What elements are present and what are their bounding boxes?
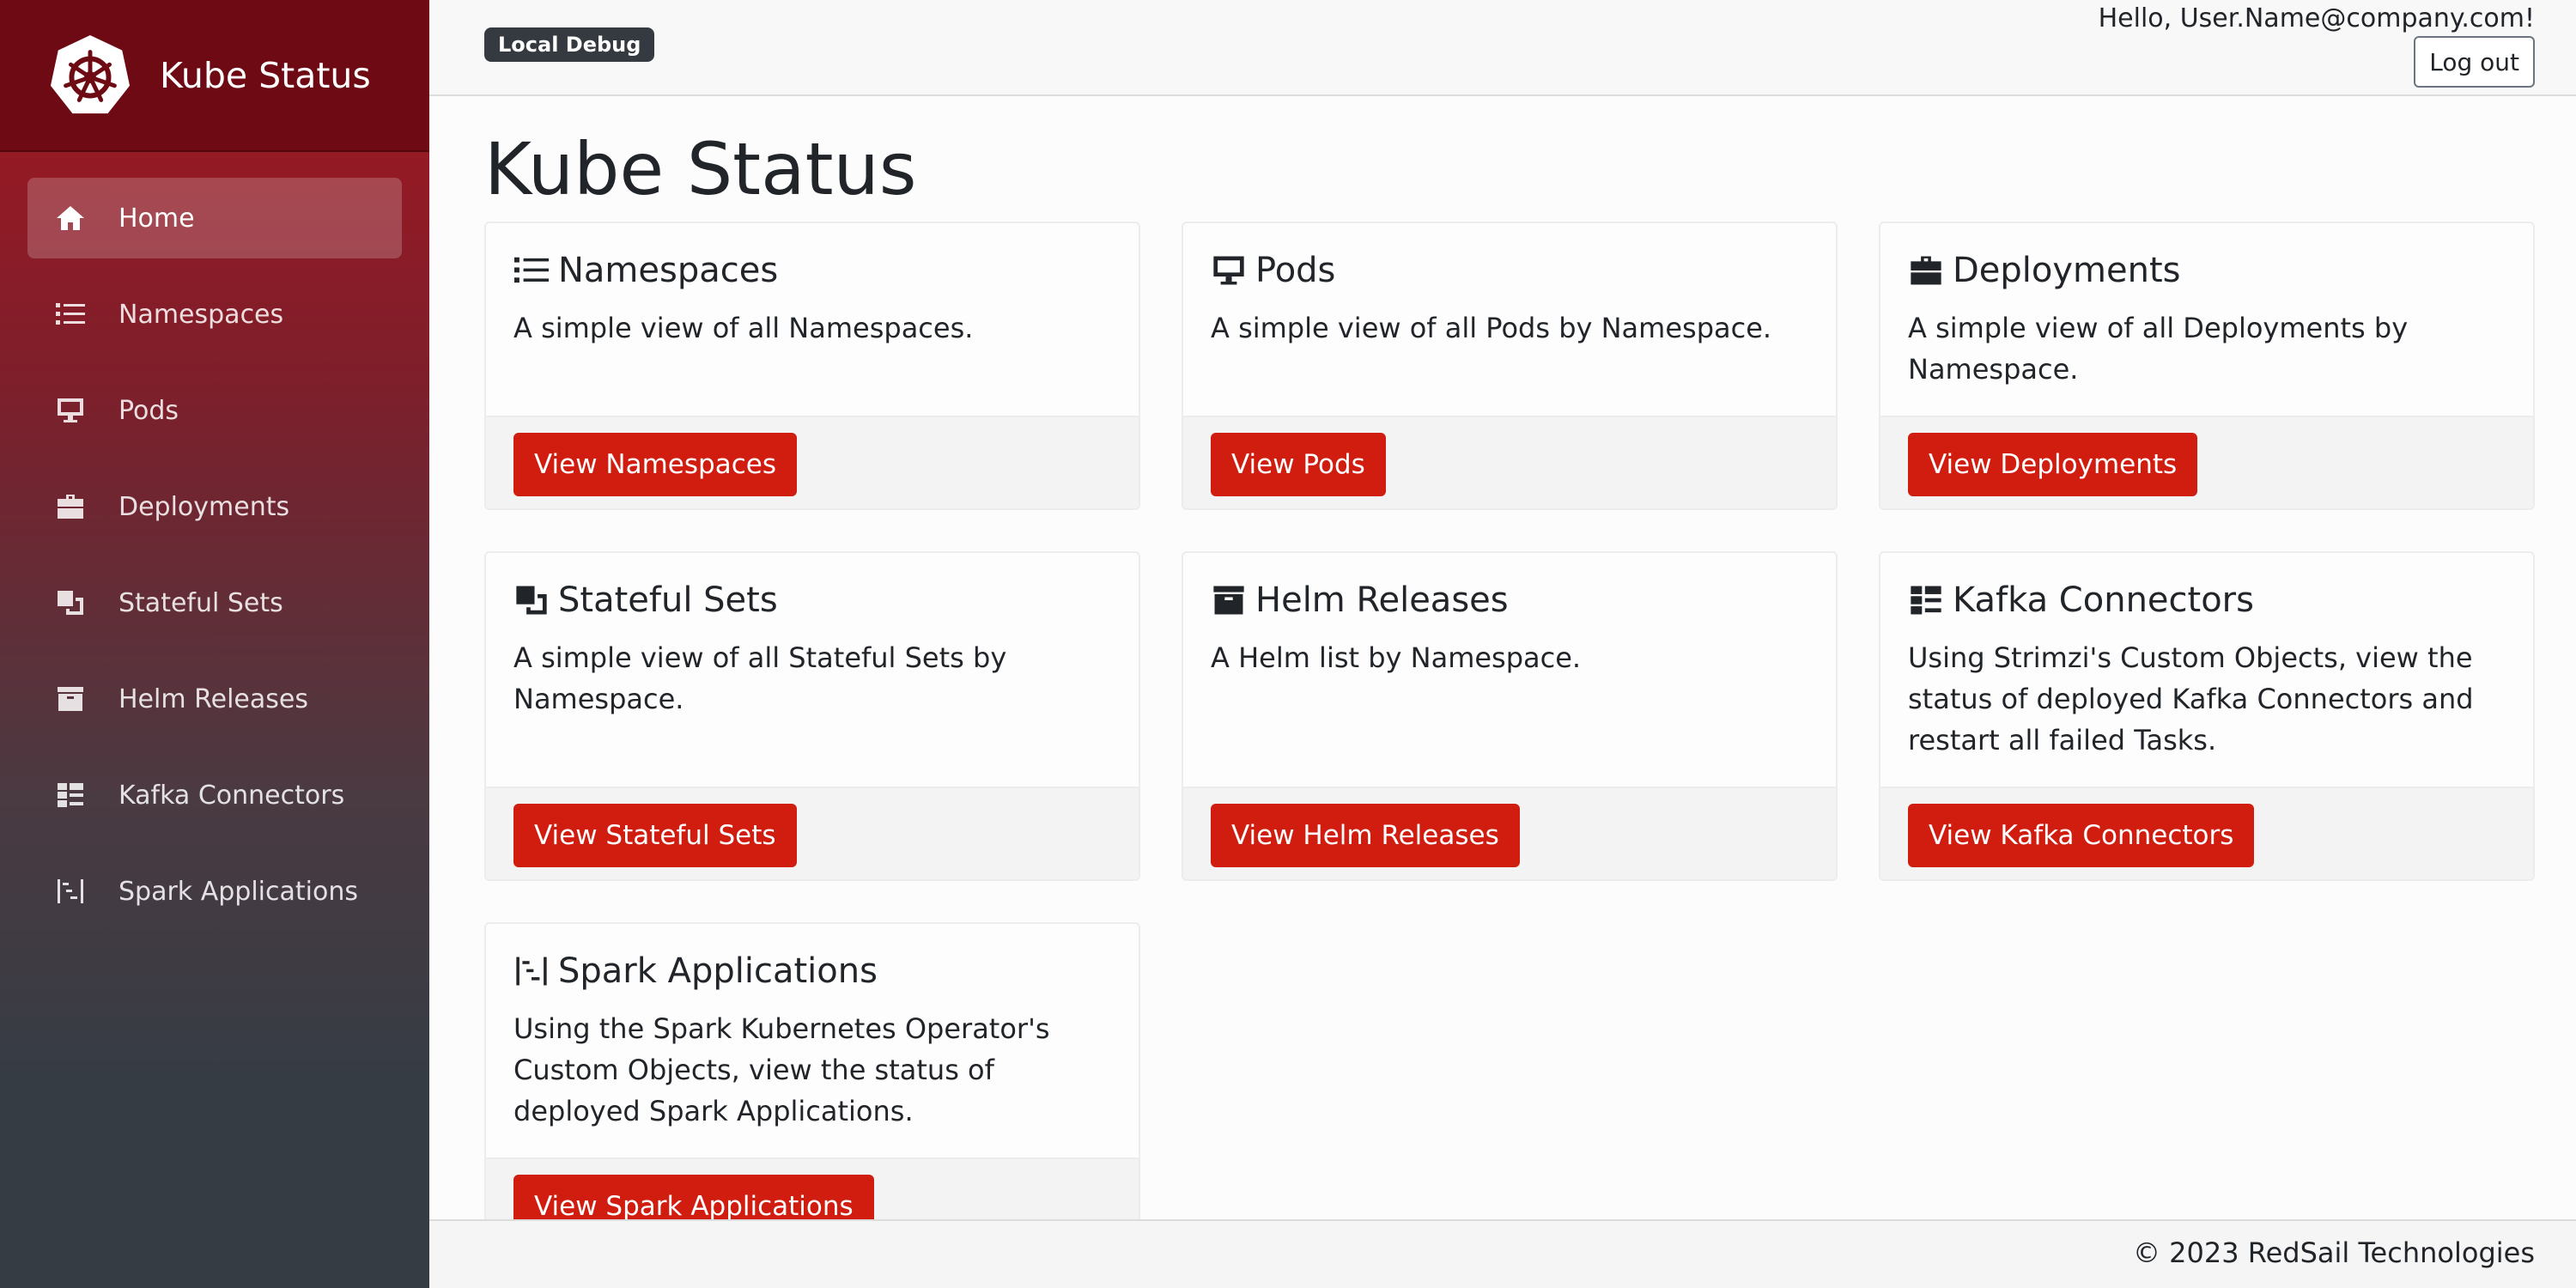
sidebar-item-spark-applications[interactable]: Spark Applications — [27, 851, 402, 932]
bars-staggered-icon — [53, 874, 88, 908]
sidebar-item-stateful-sets[interactable]: Stateful Sets — [27, 562, 402, 643]
card-title: Spark Applications — [513, 950, 1111, 993]
grid-list-icon — [1908, 582, 1944, 618]
sidebar-item-label: Deployments — [118, 491, 290, 522]
view-stateful-sets-button[interactable]: View Stateful Sets — [513, 804, 797, 867]
card-title-text: Pods — [1255, 251, 1336, 290]
card-description: A simple view of all Pods by Namespace. — [1211, 312, 1772, 344]
card-description: A Helm list by Namespace. — [1211, 641, 1582, 674]
desktop-icon — [53, 393, 88, 428]
sidebar-item-helm-releases[interactable]: Helm Releases — [27, 659, 402, 739]
card-title-text: Namespaces — [558, 251, 779, 290]
card-footer: View Stateful Sets — [486, 787, 1139, 879]
grid-list-icon — [53, 778, 88, 812]
pods-card: Pods A simple view of all Pods by Namesp… — [1182, 222, 1838, 510]
sidebar-item-label: Spark Applications — [118, 876, 358, 907]
view-kafka-connectors-button[interactable]: View Kafka Connectors — [1908, 804, 2255, 867]
card-title-text: Deployments — [1953, 251, 2181, 290]
card-footer: View Pods — [1183, 416, 1836, 508]
card-description: A simple view of all Namespaces. — [513, 312, 974, 344]
spark-applications-card: Spark Applications Using the Spark Kuber… — [484, 922, 1140, 1252]
card-title: Kafka Connectors — [1908, 579, 2506, 622]
card-description: A simple view of all Stateful Sets by Na… — [513, 641, 1007, 715]
archive-icon — [53, 682, 88, 716]
sidebar-nav: Home Namespaces Pods Deployments Statefu… — [0, 152, 429, 932]
sidebar-item-home[interactable]: Home — [27, 178, 402, 258]
card-footer: View Deployments — [1880, 416, 2533, 508]
brand-title: Kube Status — [160, 54, 371, 96]
sidebar-item-namespaces[interactable]: Namespaces — [27, 274, 402, 355]
list-icon — [513, 252, 550, 289]
card-title-text: Stateful Sets — [558, 580, 778, 620]
card-footer: View Helm Releases — [1183, 787, 1836, 879]
sidebar: Kube Status Home Namespaces Pods Deploym… — [0, 0, 429, 1288]
kafka-connectors-card: Kafka Connectors Using Strimzi's Custom … — [1879, 551, 2535, 881]
home-icon — [53, 201, 88, 235]
sidebar-item-pods[interactable]: Pods — [27, 370, 402, 451]
desktop-icon — [1211, 252, 1247, 289]
card-title: Namespaces — [513, 249, 1111, 292]
card-title: Stateful Sets — [513, 579, 1111, 622]
page-title: Kube Status — [484, 127, 917, 211]
kubernetes-logo-icon — [48, 33, 132, 118]
briefcase-icon — [53, 489, 88, 524]
briefcase-icon — [1908, 252, 1944, 289]
user-greeting: Hello, User.Name@company.com! — [2098, 3, 2535, 33]
copyright-text: © 2023 RedSail Technologies — [2132, 1236, 2535, 1269]
card-description: A simple view of all Deployments by Name… — [1908, 312, 2409, 386]
view-pods-button[interactable]: View Pods — [1211, 433, 1386, 496]
card-title: Pods — [1211, 249, 1808, 292]
deployments-card: Deployments A simple view of all Deploym… — [1879, 222, 2535, 510]
card-title: Deployments — [1908, 249, 2506, 292]
sidebar-item-label: Pods — [118, 395, 179, 426]
view-helm-releases-button[interactable]: View Helm Releases — [1211, 804, 1520, 867]
top-header: Local Debug Hello, User.Name@company.com… — [429, 0, 2576, 96]
card-title: Helm Releases — [1211, 579, 1808, 622]
sidebar-item-label: Home — [118, 203, 195, 234]
card-description: Using Strimzi's Custom Objects, view the… — [1908, 641, 2474, 756]
list-icon — [53, 297, 88, 331]
card-title-text: Kafka Connectors — [1953, 580, 2254, 620]
clone-icon — [513, 582, 550, 618]
clone-icon — [53, 586, 88, 620]
card-title-text: Helm Releases — [1255, 580, 1509, 620]
sidebar-item-deployments[interactable]: Deployments — [27, 466, 402, 547]
helm-releases-card: Helm Releases A Helm list by Namespace. … — [1182, 551, 1838, 881]
view-namespaces-button[interactable]: View Namespaces — [513, 433, 797, 496]
sidebar-item-label: Stateful Sets — [118, 587, 283, 618]
card-footer: View Kafka Connectors — [1880, 787, 2533, 879]
view-deployments-button[interactable]: View Deployments — [1908, 433, 2198, 496]
page-footer: © 2023 RedSail Technologies — [429, 1219, 2576, 1288]
logout-button[interactable]: Log out — [2414, 36, 2535, 88]
sidebar-item-label: Namespaces — [118, 299, 284, 330]
sidebar-item-label: Kafka Connectors — [118, 780, 345, 811]
brand[interactable]: Kube Status — [0, 0, 429, 152]
sidebar-item-kafka-connectors[interactable]: Kafka Connectors — [27, 755, 402, 835]
card-description: Using the Spark Kubernetes Operator's Cu… — [513, 1012, 1050, 1127]
stateful-sets-card: Stateful Sets A simple view of all State… — [484, 551, 1140, 881]
bars-staggered-icon — [513, 953, 550, 989]
environment-badge: Local Debug — [484, 27, 655, 62]
archive-icon — [1211, 582, 1247, 618]
card-footer: View Namespaces — [486, 416, 1139, 508]
sidebar-item-label: Helm Releases — [118, 683, 308, 714]
namespaces-card: Namespaces A simple view of all Namespac… — [484, 222, 1140, 510]
card-title-text: Spark Applications — [558, 951, 878, 991]
